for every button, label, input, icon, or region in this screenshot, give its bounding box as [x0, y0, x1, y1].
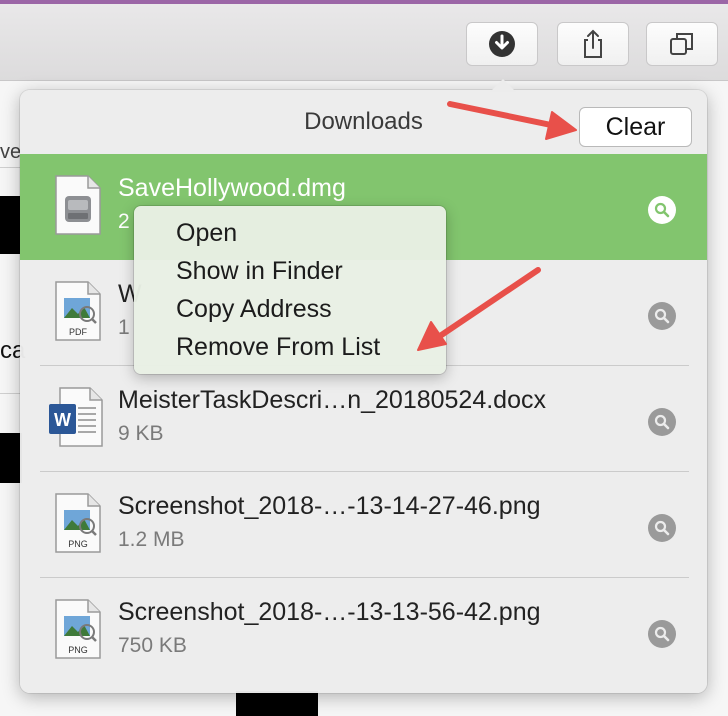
magnifier-icon — [654, 202, 670, 218]
magnifier-icon — [654, 626, 670, 642]
background-image — [0, 433, 22, 483]
share-icon — [584, 29, 602, 58]
menu-item-remove-from-list[interactable]: Remove From List — [134, 328, 446, 366]
download-row[interactable]: W MeisterTaskDescri…n_20180524.docx 9 KB — [20, 366, 707, 472]
clear-button[interactable]: Clear — [579, 107, 692, 147]
download-filename: MeisterTaskDescri…n_20180524.docx — [118, 386, 546, 414]
browser-toolbar — [0, 4, 728, 81]
download-size: 750 KB — [118, 634, 187, 657]
download-row[interactable]: PNG Screenshot_2018-…-13-13-56-42.png 75… — [20, 578, 707, 684]
reveal-in-finder-button[interactable] — [648, 302, 676, 330]
file-badge: PNG — [68, 645, 88, 655]
dmg-file-icon — [55, 175, 101, 235]
background-image — [236, 691, 318, 716]
menu-item-open[interactable]: Open — [134, 214, 446, 252]
background-text: ve — [0, 141, 22, 163]
download-filename: Screenshot_2018-…-13-14-27-46.png — [118, 492, 541, 520]
downloads-popover: Downloads Clear SaveHollywood.dmg 2 PDF … — [20, 90, 707, 693]
reveal-in-finder-button[interactable] — [648, 620, 676, 648]
svg-text:W: W — [54, 410, 71, 430]
download-size: 2 — [118, 210, 130, 233]
download-size: 1 — [118, 316, 130, 339]
png-file-icon: PNG — [55, 599, 101, 659]
magnifier-icon — [654, 520, 670, 536]
share-button[interactable] — [557, 22, 629, 66]
tabs-overview-button[interactable] — [646, 22, 718, 66]
download-row[interactable]: PNG Screenshot_2018-…-13-14-27-46.png 1.… — [20, 472, 707, 578]
reveal-in-finder-button[interactable] — [648, 408, 676, 436]
popover-pointer — [490, 79, 516, 92]
download-filename: SaveHollywood.dmg — [118, 174, 346, 202]
context-menu: Open Show in Finder Copy Address Remove … — [134, 206, 446, 374]
download-size: 1.2 MB — [118, 528, 185, 551]
file-badge: PDF — [69, 327, 88, 337]
reveal-in-finder-button[interactable] — [648, 196, 676, 224]
menu-item-show-in-finder[interactable]: Show in Finder — [134, 252, 446, 290]
pdf-file-icon: PDF — [55, 281, 101, 341]
magnifier-icon — [654, 308, 670, 324]
tabs-overview-icon — [670, 33, 693, 55]
magnifier-icon — [654, 414, 670, 430]
download-size: 9 KB — [118, 422, 164, 445]
divider — [0, 393, 20, 394]
download-filename: Screenshot_2018-…-13-13-56-42.png — [118, 598, 541, 626]
downloads-button[interactable] — [466, 22, 538, 66]
menu-item-copy-address[interactable]: Copy Address — [134, 290, 446, 328]
download-icon — [489, 31, 515, 57]
background-image — [0, 196, 22, 254]
word-file-icon: W — [49, 387, 103, 447]
file-badge: PNG — [68, 539, 88, 549]
divider — [0, 167, 20, 168]
png-file-icon: PNG — [55, 493, 101, 553]
reveal-in-finder-button[interactable] — [648, 514, 676, 542]
